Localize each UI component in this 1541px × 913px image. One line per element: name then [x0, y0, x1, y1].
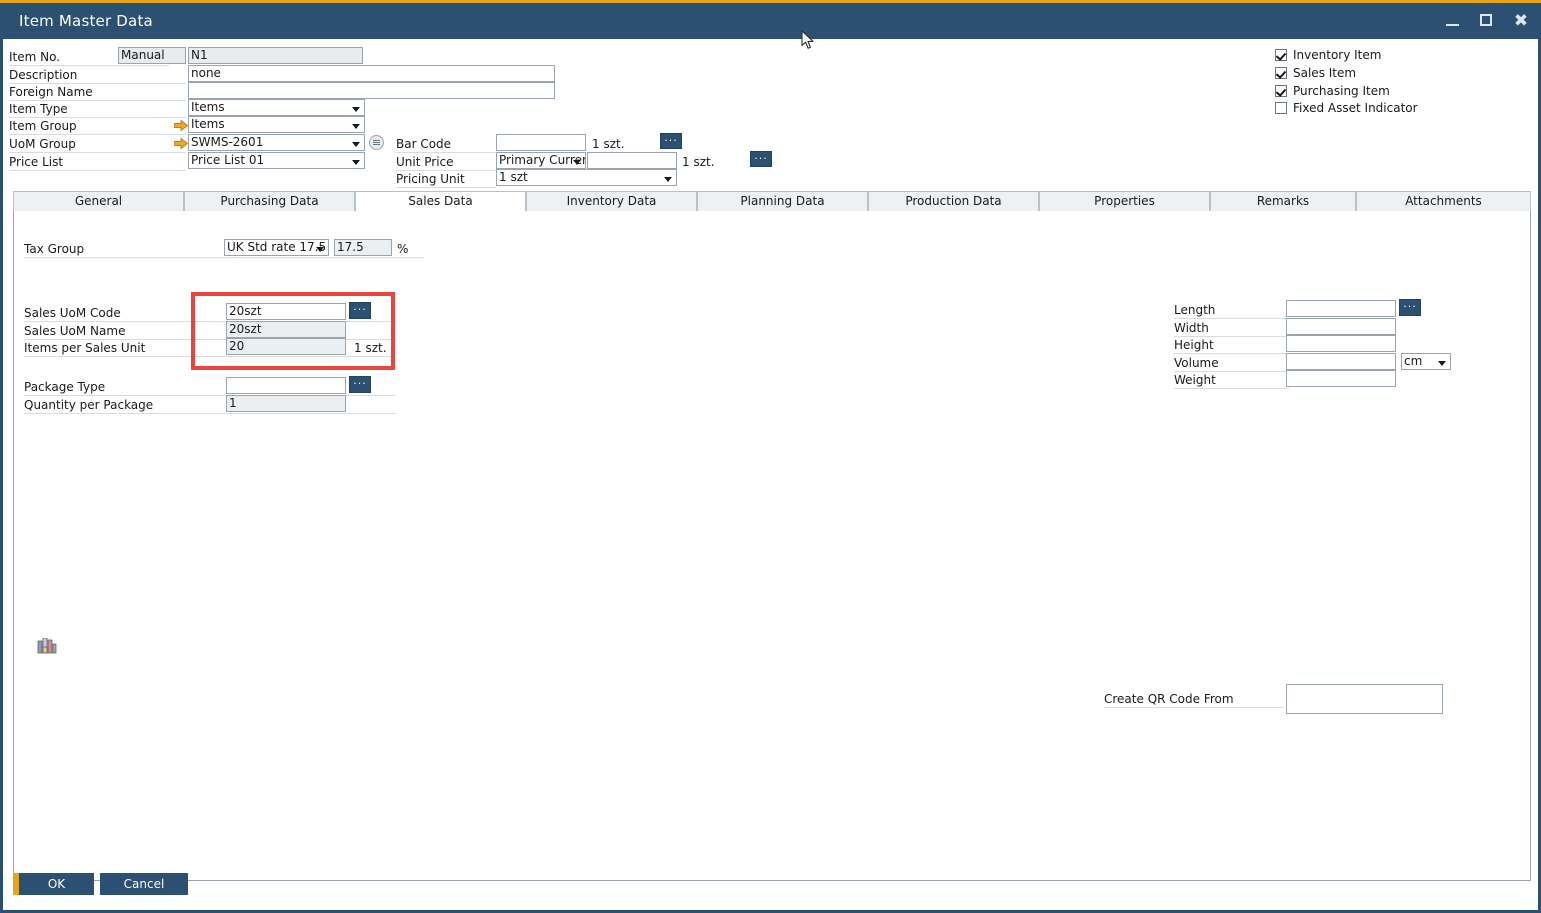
weight-field[interactable] — [1286, 370, 1396, 387]
unit-price-field[interactable] — [587, 152, 677, 169]
weight-label: Weight — [1174, 373, 1289, 389]
purchasing-item-label: Purchasing Item — [1293, 84, 1390, 98]
bar-code-unit-label: 1 szt. — [592, 137, 625, 152]
foreign-name-field[interactable] — [188, 82, 555, 99]
create-qr-code-from-field[interactable] — [1286, 684, 1443, 714]
item-group-select[interactable]: Items — [188, 116, 365, 133]
item-group-label: Item Group — [9, 119, 186, 135]
length-label: Length — [1174, 303, 1289, 319]
sales-data-panel: Tax Group UK Std rate 17.5 17.5 % Sales … — [13, 211, 1531, 881]
height-label: Height — [1174, 338, 1289, 354]
minimize-icon[interactable] — [1443, 11, 1463, 31]
item-group-arrow-right-link-icon[interactable] — [174, 119, 188, 132]
tax-group-select[interactable]: UK Std rate 17.5 — [224, 239, 329, 256]
tab-strip: General Purchasing Data Sales Data Inven… — [13, 191, 1531, 212]
price-list-select[interactable]: Price List 01 — [188, 152, 365, 169]
sales-item-checkbox-box — [1275, 67, 1287, 79]
tab-sales-data[interactable]: Sales Data — [355, 191, 526, 212]
width-field[interactable] — [1286, 318, 1396, 335]
foreign-name-label: Foreign Name — [9, 85, 186, 101]
width-label: Width — [1174, 321, 1289, 337]
cancel-button[interactable]: Cancel — [100, 873, 188, 895]
window-titlebar: Item Master Data ✖ — [0, 3, 1541, 39]
items-per-sales-unit-field[interactable]: 20 — [226, 338, 346, 355]
window-body: Item No. Manual N1 Description none Fore… — [0, 39, 1541, 913]
tab-remarks[interactable]: Remarks — [1210, 191, 1356, 212]
item-type-label: Item Type — [9, 102, 186, 118]
item-type-select[interactable]: Items — [188, 99, 365, 116]
uom-group-label: UoM Group — [9, 137, 186, 153]
length-browse-button[interactable]: ... — [1399, 299, 1421, 316]
inventory-item-checkbox-box — [1275, 49, 1287, 61]
uom-group-arrow-right-link-icon[interactable] — [174, 137, 188, 150]
window-title: Item Master Data — [19, 12, 153, 30]
purchasing-item-checkbox-box — [1275, 85, 1287, 97]
tab-purchasing-data[interactable]: Purchasing Data — [184, 191, 355, 212]
height-field[interactable] — [1286, 335, 1396, 352]
tab-attachments[interactable]: Attachments — [1356, 191, 1531, 212]
sales-item-label: Sales Item — [1293, 66, 1356, 80]
bar-code-field[interactable] — [496, 134, 586, 151]
bar-code-browse-button[interactable]: ... — [660, 133, 682, 149]
fixed-asset-indicator-label: Fixed Asset Indicator — [1293, 101, 1418, 115]
tab-production-data[interactable]: Production Data — [868, 191, 1039, 212]
tab-general[interactable]: General — [13, 191, 184, 212]
maximize-icon[interactable] — [1477, 11, 1497, 31]
unit-price-label: Unit Price — [396, 155, 496, 171]
item-no-mode-field[interactable]: Manual — [118, 47, 186, 64]
length-field[interactable] — [1286, 300, 1396, 317]
window-controls: ✖ — [1443, 11, 1531, 31]
close-icon[interactable]: ✖ — [1511, 11, 1531, 31]
sales-uom-name-field[interactable]: 20szt — [226, 321, 346, 338]
package-type-field[interactable] — [226, 377, 346, 394]
create-qr-code-from-label: Create QR Code From — [1104, 692, 1284, 708]
quantity-per-package-field[interactable]: 1 — [226, 395, 346, 412]
tab-properties[interactable]: Properties — [1039, 191, 1210, 212]
bar-code-label: Bar Code — [396, 137, 496, 153]
tab-inventory-data[interactable]: Inventory Data — [526, 191, 697, 212]
bar-chart-icon[interactable] — [37, 638, 57, 659]
pricing-unit-select[interactable]: 1 szt — [496, 169, 677, 186]
sales-uom-code-browse-button[interactable]: ... — [349, 302, 371, 319]
checkbox-fixed-asset-indicator[interactable]: Fixed Asset Indicator — [1275, 101, 1418, 115]
volume-label: Volume — [1174, 356, 1289, 372]
unit-price-browse-button[interactable]: ... — [750, 151, 772, 167]
uom-group-list-menu-icon[interactable] — [369, 135, 384, 150]
checkbox-sales-item[interactable]: Sales Item — [1275, 66, 1356, 80]
description-label: Description — [9, 68, 186, 84]
package-type-browse-button[interactable]: ... — [349, 376, 371, 393]
fixed-asset-indicator-checkbox-box — [1275, 102, 1287, 114]
inventory-item-label: Inventory Item — [1293, 48, 1381, 62]
sales-uom-code-field[interactable]: 20szt — [226, 303, 346, 320]
item-master-data-window: Item Master Data ✖ Item No. Manual N1 De… — [0, 0, 1541, 913]
checkbox-inventory-item[interactable]: Inventory Item — [1275, 48, 1381, 62]
ok-button[interactable]: OK — [13, 873, 94, 895]
item-no-field[interactable]: N1 — [188, 47, 363, 64]
description-field[interactable]: none — [188, 65, 555, 82]
unit-price-unit-label: 1 szt. — [682, 155, 715, 170]
price-list-label: Price List — [9, 155, 186, 171]
unit-price-currency-select[interactable]: Primary Currer — [496, 152, 586, 169]
pricing-unit-label: Pricing Unit — [396, 172, 496, 188]
tax-percent-symbol: % — [397, 242, 408, 257]
items-per-sales-unit-unit-label: 1 szt. — [354, 341, 387, 356]
tab-planning-data[interactable]: Planning Data — [697, 191, 868, 212]
uom-group-select[interactable]: SWMS-2601 — [188, 134, 365, 151]
volume-field[interactable] — [1286, 353, 1396, 370]
tax-rate-field[interactable]: 17.5 — [334, 239, 392, 256]
checkbox-purchasing-item[interactable]: Purchasing Item — [1275, 84, 1390, 98]
volume-unit-select[interactable]: cm — [1401, 353, 1451, 370]
